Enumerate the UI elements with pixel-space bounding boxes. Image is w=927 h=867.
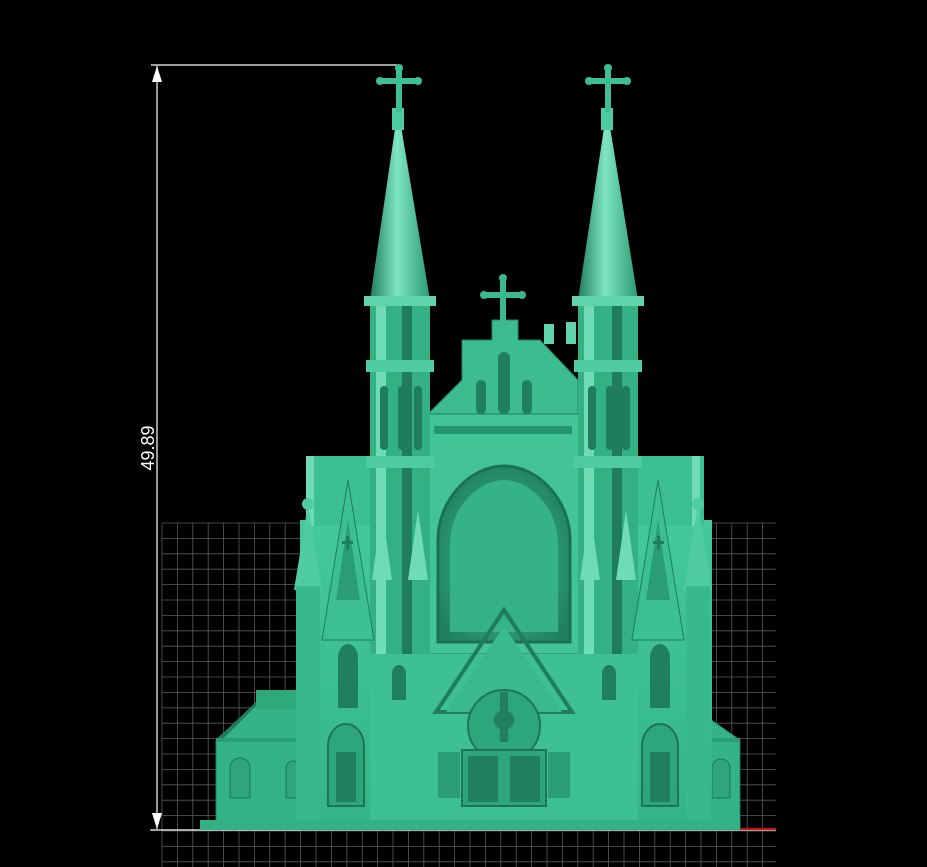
central-arch	[425, 413, 581, 655]
left-tower	[364, 64, 436, 656]
model-base	[200, 820, 740, 830]
central-gable	[426, 274, 579, 415]
church-model[interactable]	[200, 64, 741, 830]
left-annex	[215, 690, 301, 829]
right-tower	[572, 64, 644, 656]
3d-viewport[interactable]: 49.89	[0, 0, 927, 867]
height-dimension-label: 49.89	[138, 425, 158, 470]
